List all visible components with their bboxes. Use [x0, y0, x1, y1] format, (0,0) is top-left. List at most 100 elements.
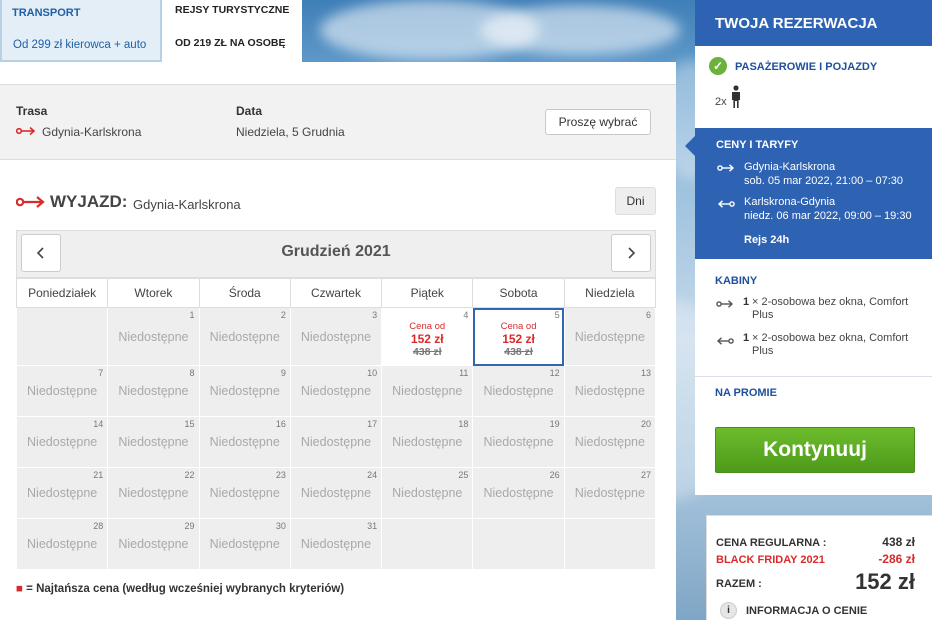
legend-text: = Najtańsza cena (według wcześniej wybra… [26, 583, 345, 595]
weekday-header: Środa [198, 278, 291, 308]
calendar-day: 24 Niedostępne [289, 467, 383, 519]
weekday-header: Niedziela [563, 278, 657, 308]
calendar-day: 6 Niedostępne [563, 307, 657, 366]
route-value: Gdynia-Karlskrona [42, 125, 142, 139]
return-arrow-icon [717, 198, 735, 212]
calendar-day: 16 Niedostępne [198, 416, 291, 468]
prices-title: CENY I TARYFY [716, 139, 799, 151]
calendar-day: 14 Niedostępne [15, 416, 109, 468]
calendar-day: 17 Niedostępne [289, 416, 383, 468]
outbound-arrow-icon [716, 298, 734, 312]
day-old-price: 438 zł [412, 346, 442, 358]
calendar-day: 7 Niedostępne [15, 365, 109, 417]
day-price: 152 zł [502, 332, 535, 346]
price-info-link[interactable]: INFORMACJA O CENIE [746, 605, 867, 617]
passengers-section[interactable]: ✓ PASAŻEROWIE I POJAZDY 2x [695, 46, 932, 128]
cabin1-qty: 1 [743, 296, 750, 308]
calendar-day: 2 Niedostępne [198, 307, 291, 366]
date-label: Data [236, 104, 263, 118]
calendar-legend: ■ = Najtańsza cena (według wcześniej wyb… [16, 583, 344, 595]
regular-price-value: 438 zł [882, 535, 915, 549]
departure-route: Gdynia-Karlskrona [133, 197, 241, 212]
next-month-button[interactable] [611, 234, 651, 272]
calendar-day: 29 Niedostępne [107, 518, 200, 570]
tab-cruises-subtitle: OD 219 ZŁ NA OSOBĘ [175, 37, 286, 49]
return-arrow-icon [716, 335, 734, 349]
info-icon[interactable]: i [720, 602, 737, 619]
calendar-empty-cell [15, 307, 109, 366]
calendar-month: Grudzień 2021 [281, 243, 391, 260]
calendar-day: 18 Niedostępne [381, 416, 474, 468]
route-arrow-icon [15, 125, 36, 139]
departure-title: WYJAZD: [50, 192, 128, 211]
weekday-header: Czwartek [289, 278, 383, 308]
prices-section[interactable]: CENY I TARYFY Gdynia-Karlskrona sob. 05 … [685, 128, 932, 259]
outbound-time: sob. 05 mar 2022, 21:00 – 07:30 [744, 175, 904, 187]
calendar-day: 27 Niedostępne [563, 467, 657, 519]
outbound-arrow-icon [717, 162, 735, 176]
date-value: Niedziela, 5 Grudnia [236, 125, 345, 139]
regular-price-label: CENA REGULARNA : [716, 537, 827, 549]
tab-cruises-title: REJSY TURYSTYCZNE [175, 4, 290, 16]
cruise-note: Rejs 24h [744, 234, 790, 246]
calendar-day: 10 Niedostępne [289, 365, 383, 417]
calendar-day: 26 Niedostępne [472, 467, 565, 519]
reservation-title: TWOJA REZERWACJA [715, 15, 878, 32]
passengers-count: 2x [715, 96, 727, 108]
day-old-price: 438 zł [504, 346, 533, 358]
tab-transport-title: TRANSPORT [12, 7, 81, 19]
price-from-label: Cena od [500, 321, 537, 332]
price-summary: CENA REGULARNA : 438 zł BLACK FRIDAY 202… [706, 515, 932, 620]
black-friday-label: BLACK FRIDAY 2021 [716, 554, 825, 566]
person-icon [730, 85, 742, 112]
prev-month-button[interactable] [21, 234, 61, 272]
route-label: Trasa [16, 104, 48, 118]
calendar-day: 19 Niedostępne [472, 416, 565, 468]
tab-transport[interactable]: TRANSPORT Od 299 zł kierowca + auto [0, 0, 162, 62]
route-value-row: Gdynia-Karlskrona [15, 125, 142, 139]
cabin2-qty: 1 [743, 332, 750, 344]
calendar-day-selected[interactable]: 5 Cena od 152 zł 438 zł [472, 307, 565, 366]
day-price: 152 zł [410, 332, 444, 346]
calendar-day: 1 Niedostępne [107, 307, 200, 366]
calendar-day: 28 Niedostępne [15, 518, 109, 570]
calendar-empty-cell [563, 518, 657, 570]
calendar-day: 20 Niedostępne [563, 416, 657, 468]
calendar-day: 9 Niedostępne [198, 365, 291, 417]
calendar-grid: Poniedziałek Wtorek Środa Czwartek Piąte… [15, 278, 657, 570]
calendar-empty-cell [472, 518, 565, 570]
chevron-right-icon [628, 247, 636, 259]
calendar-day: 3 Niedostępne [289, 307, 383, 366]
legend-marker: ■ [16, 583, 23, 595]
calendar-empty-cell [381, 518, 474, 570]
return-time: niedz. 06 mar 2022, 09:00 – 19:30 [744, 210, 912, 222]
cabin2-text: × 2-osobowa bez okna, Comfort Plus [752, 332, 909, 357]
choose-button[interactable]: Proszę wybrać [545, 109, 651, 135]
price-from-label: Cena od [409, 321, 446, 332]
return-route: Karlskrona-Gdynia [744, 196, 836, 208]
cabins-title: KABINY [715, 275, 758, 287]
departure-arrow-icon [15, 195, 46, 212]
calendar-day: 25 Niedostępne [381, 467, 474, 519]
reservation-header: TWOJA REZERWACJA [695, 0, 932, 46]
black-friday-value: -286 zł [878, 552, 915, 566]
passengers-label: PASAŻEROWIE I POJAZDY [735, 61, 878, 73]
check-icon: ✓ [709, 57, 727, 75]
total-label: RAZEM : [716, 578, 762, 590]
calendar-day-available[interactable]: 4 Cena od 152 zł 438 zł [381, 307, 474, 366]
tab-cruises[interactable]: REJSY TURYSTYCZNE OD 219 ZŁ NA OSOBĘ [162, 0, 302, 62]
chevron-left-icon [36, 247, 44, 259]
calendar-day: 15 Niedostępne [107, 416, 200, 468]
calendar-day: 12 Niedostępne [472, 365, 565, 417]
weekday-header: Piątek [381, 278, 474, 308]
cabins-section[interactable]: KABINY 1 × 2-osobowa bez okna, Comfort P… [695, 259, 932, 376]
days-view-button[interactable]: Dni [615, 187, 656, 215]
total-value: 152 zł [855, 569, 915, 594]
calendar-day: 23 Niedostępne [198, 467, 291, 519]
continue-button[interactable]: Kontynuuj [715, 427, 915, 473]
weekday-header: Sobota [472, 278, 565, 308]
onboard-title: NA PROMIE [715, 387, 777, 399]
calendar-day: 31 Niedostępne [289, 518, 383, 570]
weekday-header: Poniedziałek [15, 278, 109, 308]
calendar-day: 8 Niedostępne [107, 365, 200, 417]
